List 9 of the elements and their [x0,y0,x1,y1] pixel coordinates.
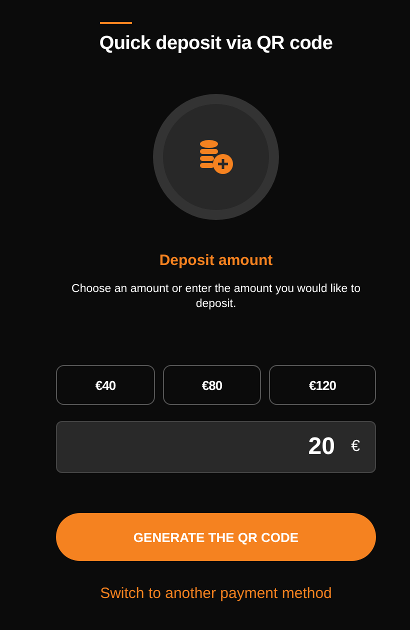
currency-symbol: € [351,438,360,456]
amount-preset-button[interactable]: €40 [56,365,155,405]
section-title: Deposit amount [159,252,273,269]
amount-preset-button[interactable]: €120 [269,365,376,405]
description-text: Choose an amount or enter the amount you would like to deposit. [71,282,361,312]
page-title: Quick deposit via QR code [99,33,333,55]
amount-preset-button[interactable]: €80 [163,365,261,405]
coins-plus-icon [198,139,234,175]
switch-payment-link[interactable]: Switch to another payment method [100,585,332,602]
